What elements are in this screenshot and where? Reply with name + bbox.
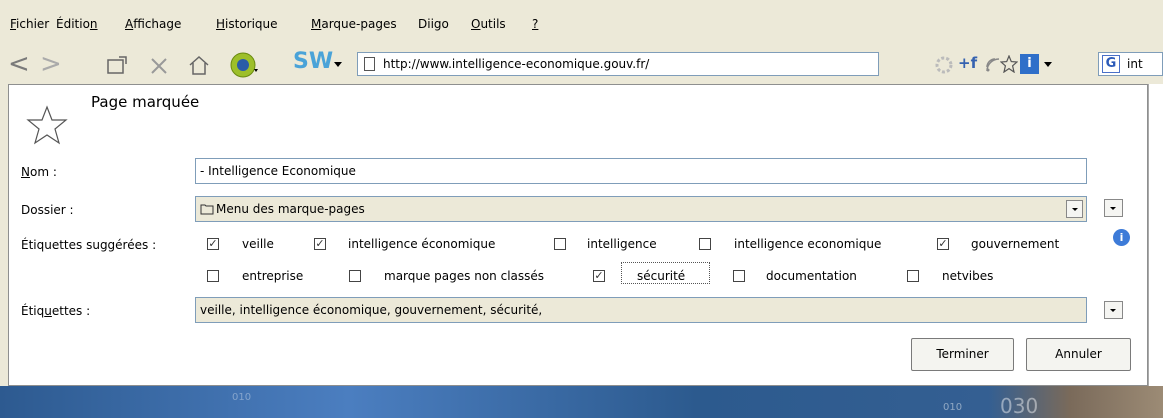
url-text: http://www.intelligence-economique.gouv.… [383, 57, 650, 71]
back-icon[interactable]: < [8, 51, 30, 77]
tag-checkbox-intelligence-economique-2[interactable] [699, 238, 711, 250]
sw-addon-button[interactable]: SW [293, 49, 333, 74]
name-field[interactable]: - Intelligence Economique [195, 158, 1087, 184]
info-dropdown-icon[interactable] [1044, 62, 1052, 68]
tag-label: intelligence economique [734, 237, 882, 251]
loading-icon [935, 56, 953, 74]
tag-checkbox-documentation[interactable] [733, 270, 745, 282]
suggested-tags-label: Étiquettes suggérées : [21, 238, 157, 252]
folder-label: Dossier : [21, 203, 74, 217]
menu-diigo[interactable]: Diigo [418, 17, 449, 31]
tag-checkbox-intelligence[interactable] [554, 238, 566, 250]
tag-label: sécurité [637, 269, 686, 283]
tags-label: Étiquettes : [21, 304, 91, 318]
cancel-button[interactable]: Annuler [1026, 338, 1131, 371]
page-background-right [1148, 84, 1163, 386]
menu-historique[interactable]: Historique [216, 17, 278, 31]
forward-icon[interactable]: > [40, 51, 62, 77]
menu-affichage[interactable]: Affichage [125, 17, 181, 31]
name-label: Nom : [21, 165, 57, 179]
tag-label: intelligence [587, 237, 657, 251]
page-icon [364, 57, 375, 71]
tags-value: veille, intelligence économique, gouvern… [200, 303, 543, 317]
search-text: int [1127, 57, 1143, 71]
tag-label: documentation [766, 269, 857, 283]
banner-number: 010 [232, 392, 252, 403]
tag-label: veille [242, 237, 274, 251]
tag-checkbox-netvibes[interactable] [907, 270, 919, 282]
tags-expand-button[interactable] [1104, 301, 1123, 319]
menu-fichier[interactable]: Fichier [10, 17, 49, 31]
tag-label: netvibes [942, 269, 994, 283]
done-button[interactable]: Terminer [911, 338, 1014, 371]
tag-checkbox-veille[interactable]: ✓ [207, 238, 219, 250]
menu-outils[interactable]: Outils [471, 17, 506, 31]
rss-icon[interactable] [985, 57, 1001, 73]
info-icon[interactable]: i [1113, 229, 1130, 246]
tags-field[interactable]: veille, intelligence économique, gouvern… [195, 297, 1087, 323]
folder-icon [200, 204, 214, 215]
folder-select[interactable]: Menu des marque-pages [195, 196, 1087, 222]
tag-checkbox-securite[interactable]: ✓ [593, 270, 605, 282]
tag-label: gouvernement [971, 237, 1060, 251]
bookmark-star-icon [26, 105, 68, 145]
search-engine-box[interactable]: G int [1098, 52, 1163, 76]
new-tab-icon[interactable] [106, 56, 128, 76]
menu-bar: Fichier Édition Affichage Historique Mar… [0, 0, 1163, 40]
bookmark-dialog: Page marquée Nom : - Intelligence Econom… [8, 84, 1148, 386]
banner-number: 010 [943, 402, 963, 413]
name-value: - Intelligence Economique [200, 164, 356, 178]
folder-expand-button[interactable] [1104, 199, 1123, 217]
tag-checkbox-entreprise[interactable] [207, 270, 219, 282]
page-background-banner: 010 010 030 [0, 386, 1163, 418]
stop-icon[interactable] [149, 56, 169, 76]
tag-label: marque pages non classés [384, 269, 545, 283]
home-icon[interactable] [188, 54, 210, 76]
share-plus-icon[interactable]: +f [958, 54, 977, 72]
tag-checkbox-intelligence-economique[interactable]: ✓ [314, 238, 326, 250]
folder-dropdown-button[interactable] [1066, 200, 1083, 218]
info-addon-icon[interactable]: i [1020, 54, 1039, 74]
menu-help[interactable]: ? [532, 17, 538, 31]
tag-label: intelligence économique [348, 237, 496, 251]
tag-checkbox-marque-pages-non-classes[interactable] [349, 270, 361, 282]
banner-number: 030 [1000, 394, 1039, 418]
tag-checkbox-gouvernement[interactable]: ✓ [937, 238, 949, 250]
addon-round-icon[interactable] [228, 51, 260, 81]
google-icon[interactable]: G [1102, 55, 1120, 73]
address-bar[interactable]: http://www.intelligence-economique.gouv.… [357, 52, 879, 76]
menu-marque-pages[interactable]: Marque-pages [311, 17, 397, 31]
bookmark-star-icon[interactable] [1000, 55, 1018, 73]
menu-edition[interactable]: Édition [56, 17, 98, 31]
folder-value: Menu des marque-pages [216, 202, 365, 216]
sw-dropdown-icon[interactable] [334, 62, 342, 68]
tag-label: entreprise [242, 269, 304, 283]
dialog-title: Page marquée [91, 93, 200, 111]
